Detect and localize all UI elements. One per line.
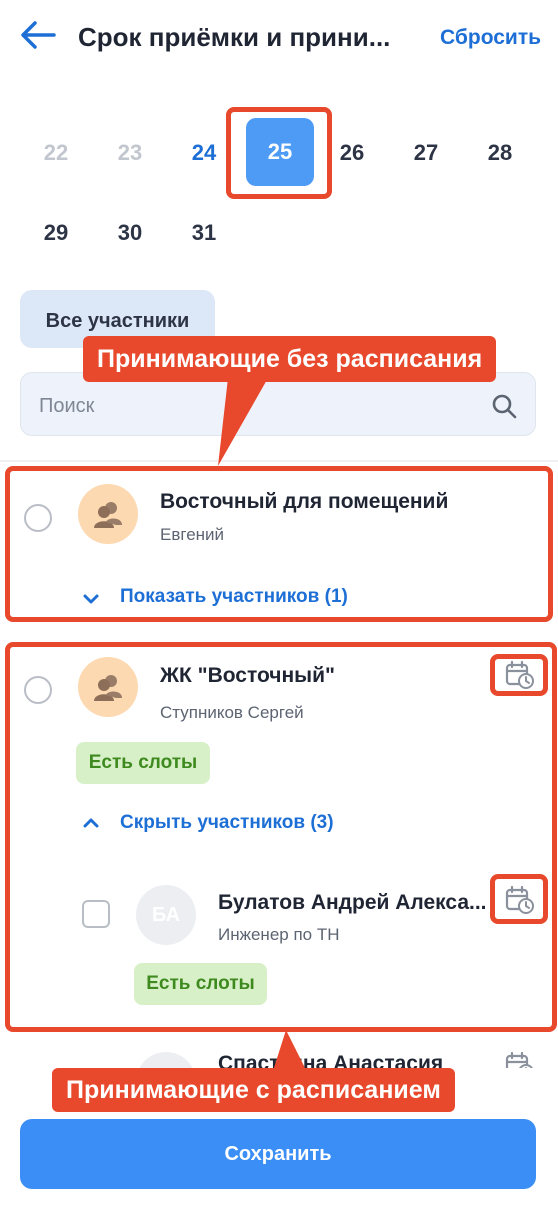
calendar-day[interactable]: 28 (463, 140, 537, 166)
group-subtitle: Ступников Сергей (160, 703, 304, 722)
calendar-day-disabled: 22 (43, 140, 69, 165)
annotation-callout-without-schedule: Принимающие без расписания (83, 336, 497, 382)
slots-available-badge: Есть слоты (76, 742, 210, 784)
show-participants-toggle[interactable]: Показать участников (1) (80, 586, 400, 612)
annotation-callout-with-schedule: Принимающие с расписанием (52, 1068, 455, 1112)
annotation-pointer (218, 378, 268, 466)
search-icon[interactable] (491, 393, 517, 419)
group-avatar (78, 657, 138, 717)
reset-button[interactable]: Сбросить (440, 26, 541, 50)
search-input[interactable]: Поиск (39, 395, 94, 418)
chevron-up-icon (83, 818, 99, 828)
divider (0, 460, 558, 462)
calendar-day[interactable]: 30 (93, 220, 167, 246)
back-arrow-icon[interactable] (20, 20, 56, 50)
group-radio[interactable] (24, 676, 52, 704)
member-name: Булатов Андрей Алекса... (218, 891, 487, 914)
page-title: Срок приёмки и прини... (78, 22, 391, 52)
header-bar: Срок приёмки и прини... Сбросить (0, 0, 558, 78)
calendar-day[interactable]: 31 (167, 220, 241, 246)
save-button[interactable]: Сохранить (20, 1119, 536, 1189)
calendar-day[interactable]: 29 (19, 220, 93, 246)
group-subtitle: Евгений (160, 525, 225, 544)
toggle-label: Скрыть участников (3) (120, 812, 334, 833)
member-role: Инженер по ТН (218, 925, 340, 944)
calendar-row: 29 30 31 (0, 220, 558, 250)
group-title: ЖК "Восточный" (160, 664, 335, 687)
hide-participants-toggle[interactable]: Скрыть участников (3) (80, 812, 400, 838)
group-avatar (78, 484, 138, 544)
group-radio[interactable] (24, 504, 52, 532)
member-avatar: БА (136, 885, 196, 945)
people-icon (94, 502, 122, 528)
toggle-label: Показать участников (1) (120, 586, 348, 607)
chevron-down-icon (83, 594, 99, 604)
calendar-clock-icon[interactable] (504, 884, 534, 914)
member-checkbox[interactable] (82, 900, 110, 928)
calendar-day-disabled: 23 (117, 140, 143, 165)
group-title: Восточный для помещений (160, 490, 449, 513)
slots-available-badge: Есть слоты (134, 963, 267, 1005)
calendar-day[interactable]: 27 (389, 140, 463, 166)
calendar-clock-icon[interactable] (504, 659, 534, 689)
annotation-highlight-selected-day (226, 107, 332, 199)
people-icon (94, 675, 122, 701)
